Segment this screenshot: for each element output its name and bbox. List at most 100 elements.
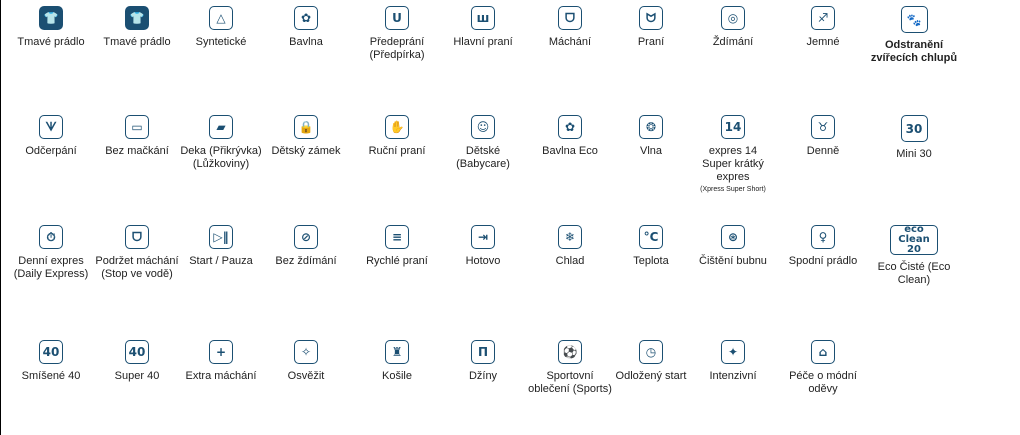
cold-snowflake-icon: ❄ (558, 225, 582, 249)
symbol-label-text: Džíny (468, 370, 498, 382)
symbol-label: Bavlna Eco (525, 145, 615, 158)
symbol-label-text: Odstranění zvířecích chlupů (870, 39, 958, 64)
symbol-legend: 👕 Tmavé prádlo 👕 Tmavé prádlo △ Syntetické ✿ Ba… (0, 0, 1020, 435)
symbol-item: ▭ Bez mačkání (92, 115, 182, 158)
symbol-label: Bez mačkání (92, 145, 182, 158)
symbol-label-text: Start / Pauza (189, 255, 253, 267)
symbol-label: Rychlé praní (352, 255, 442, 268)
symbol-label-text: Extra máchání (185, 370, 257, 382)
symbol-item: ♐ Jemné (778, 6, 868, 49)
symbol-item: ✿ Bavlna (261, 6, 351, 49)
daily-express-icon: ⏱ (39, 225, 63, 249)
mini-30-icon: 30 (900, 115, 928, 142)
symbol-label-text: Máchání (548, 36, 592, 48)
symbol-label: Denní expres (Daily Express) (6, 255, 96, 281)
symbol-subsublabel: (Xpress Super Short) (700, 186, 766, 193)
symbol-item: ▷‖ Start / Pauza (176, 225, 266, 268)
dark-tshirt-icon: 👕 (39, 6, 63, 30)
symbol-label-text: Eco Čisté (Eco Clean) (877, 261, 951, 286)
symbol-label-text: Chlad (555, 255, 585, 267)
symbol-label: Osvěžit (261, 370, 351, 383)
symbol-label: Odstranění zvířecích chlupů (869, 39, 959, 65)
symbol-item: ᗜ Podržet máchání (Stop ve vodě) (92, 225, 182, 281)
symbol-label-text: expres 14 (708, 145, 758, 157)
no-crease-iron-icon: ▭ (125, 115, 149, 139)
symbol-label-text: Podržet máchání (Stop ve vodě) (95, 255, 179, 280)
symbol-label: Džíny (438, 370, 528, 383)
symbol-label: Máchání (525, 36, 615, 49)
symbol-label: Chlad (525, 255, 615, 268)
symbol-item: °C Teplota (606, 225, 696, 268)
intensive-icon: ✦ (721, 340, 745, 364)
symbol-item: 40 Super 40 (92, 340, 182, 383)
symbol-label: Start / Pauza (176, 255, 266, 268)
symbol-label: Dětské (Babycare) (438, 145, 528, 171)
symbol-item: △ Syntetické (176, 6, 266, 49)
symbol-label-text: Spodní prádlo (788, 255, 858, 267)
eco-clean-20-icon: eco Clean 20 (890, 225, 938, 255)
symbol-item: ♜ Košile (352, 340, 442, 383)
symbol-label: Hlavní praní (438, 36, 528, 49)
start-pause-icon: ▷‖ (209, 225, 233, 249)
symbol-label-text: Košile (382, 370, 412, 382)
symbol-label-text: Denní expres (Daily Express) (13, 255, 89, 280)
finish-arrow-icon: ⇥ (471, 225, 495, 249)
symbol-label: Extra máchání (176, 370, 266, 383)
cotton-flower-icon: ✿ (294, 6, 318, 30)
symbol-label: Smíšené 40 (6, 370, 96, 383)
rinse-tub-icon: ᗜ (558, 6, 582, 30)
wash-tub-icon: ᗢ (639, 6, 663, 30)
symbol-item: ᗜ Máchání (525, 6, 615, 49)
fashion-care-icon: ⌂ (811, 340, 835, 364)
symbol-item: ᗐ Odčerpání (6, 115, 96, 158)
sports-icon: ⚽ (558, 340, 582, 364)
symbol-label: Dětský zámek (261, 145, 351, 158)
symbol-label: Denně (778, 145, 868, 158)
symbol-item: + Extra máchání (176, 340, 266, 383)
symbol-label-text: Ruční praní (368, 145, 426, 157)
symbol-label-text: Osvěžit (287, 370, 325, 382)
symbol-item: 🐾 Odstranění zvířecích chlupů (869, 6, 959, 65)
symbol-item: Π Džíny (438, 340, 528, 383)
symbol-label-text: Jemné (806, 36, 840, 48)
symbol-label: Spodní prádlo (778, 255, 868, 268)
symbol-item: 👕 Tmavé prádlo (92, 6, 182, 49)
symbol-item: ♀ Spodní prádlo (778, 225, 868, 268)
symbol-item: ⌂ Péče o módní oděvy (778, 340, 868, 396)
symbol-label-text: Čištění bubnu (699, 255, 767, 267)
hand-wash-icon: ✋ (385, 115, 409, 139)
symbol-item: ✋ Ruční praní (352, 115, 442, 158)
symbol-label: Sportovní oblečení (Sports) (525, 370, 615, 396)
symbol-label: Hotovo (438, 255, 528, 268)
symbol-item: ⊛ Čištění bubnu (688, 225, 778, 268)
symbol-label: Vlna (606, 145, 696, 158)
delicate-garment-icon: ♐ (811, 6, 835, 30)
symbol-label-text: Hlavní praní (453, 36, 513, 48)
symbol-item: ◷ Odložený start (606, 340, 696, 383)
symbol-label-text: Bez ždímání (275, 255, 337, 267)
symbol-label-text: Intenzivní (709, 370, 757, 382)
wool-ball-icon: ❂ (639, 115, 663, 139)
symbol-label-text: Předeprání (Předpírka) (369, 36, 425, 61)
symbol-label-text: Smíšené 40 (21, 370, 81, 382)
symbol-label: Ruční praní (352, 145, 442, 158)
main-wash-tub-icon: ш (471, 6, 495, 30)
plus-rinse-icon: + (209, 340, 233, 364)
symbol-item: ▰ Deka (Přikrývka) (Lůžkoviny) (176, 115, 266, 171)
drum-clean-icon: ⊛ (721, 225, 745, 249)
cotton-eco-icon: ✿ (558, 115, 582, 139)
symbol-label: Jemné (778, 36, 868, 49)
symbol-label: expres 14 Super krátký expres (Xpress Supe… (688, 145, 778, 194)
symbol-label: Podržet máchání (Stop ve vodě) (92, 255, 182, 281)
symbol-label-text: Bez mačkání (105, 145, 169, 157)
symbol-item: ❄ Chlad (525, 225, 615, 268)
symbol-label-text: Tmavé prádlo (103, 36, 171, 48)
symbol-label-text: Mini 30 (896, 148, 932, 160)
synthetic-triangle-icon: △ (209, 6, 233, 30)
symbol-item: ✧ Osvěžit (261, 340, 351, 383)
symbol-label-text: Deka (Přikrývka) (Lůžkoviny) (180, 145, 262, 170)
delay-start-timer-icon: ◷ (639, 340, 663, 364)
symbol-label-text: Vlna (639, 145, 663, 157)
symbol-label: Deka (Přikrývka) (Lůžkoviny) (176, 145, 266, 171)
symbol-label: Předeprání (Předpírka) (352, 36, 442, 62)
